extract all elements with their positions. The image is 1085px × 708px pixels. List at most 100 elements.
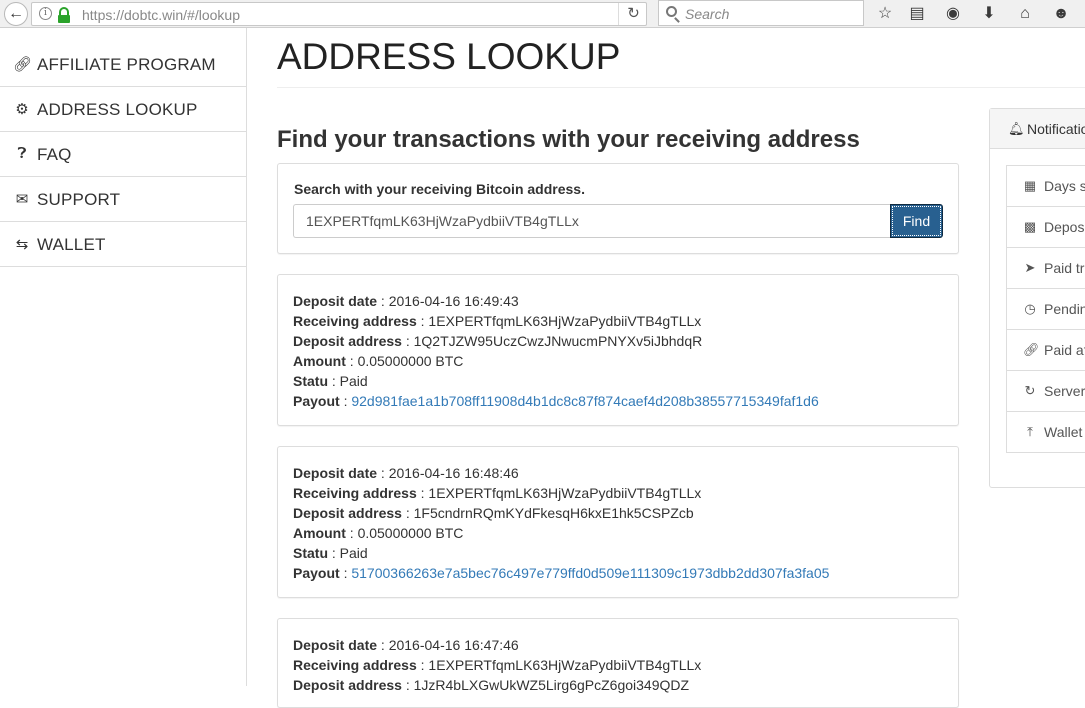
notification-item[interactable]: ▦ Days s xyxy=(1006,165,1085,207)
home-icon[interactable]: ⌂ xyxy=(1013,2,1037,26)
clock-icon: ◷ xyxy=(1024,301,1036,316)
sidebar-item-support[interactable]: ✉ SUPPORT xyxy=(0,177,246,222)
field-label: Amount xyxy=(293,353,346,369)
notification-item[interactable]: ▩ Depos xyxy=(1006,206,1085,248)
field-separator: : xyxy=(339,565,352,581)
receiving-address-row: Receiving address : 1EXPERTfqmLK63HjWzaP… xyxy=(293,313,701,329)
payout-link[interactable]: 51700366263e7a5bec76c497e779ffd0d509e111… xyxy=(351,565,829,581)
page-title: ADDRESS LOOKUP xyxy=(277,36,621,77)
field-separator: : xyxy=(401,505,414,521)
field-label: Payout xyxy=(293,393,340,409)
notifications-title: Notificatio xyxy=(1027,121,1085,137)
bell-icon: 🔔︎ xyxy=(1008,121,1025,136)
receiving-address-row: Receiving address : 1EXPERTfqmLK63HjWzaP… xyxy=(293,485,701,501)
notification-label: Wallet xyxy=(1044,424,1083,440)
notification-label: Paid tr xyxy=(1044,260,1085,276)
sidebar-item-label: AFFILIATE PROGRAM xyxy=(37,55,216,74)
notification-label: Paid af xyxy=(1044,342,1085,358)
field-label: Statu xyxy=(293,545,328,561)
notification-item[interactable]: 🔗︎ Paid af xyxy=(1006,329,1085,371)
url-text[interactable]: https://dobtc.win/#/lookup xyxy=(82,7,240,23)
notifications-panel: 🔔︎ Notificatio ▦ Days s ▩ Depos ➤ Paid t… xyxy=(989,108,1085,488)
notification-label: Pendin xyxy=(1044,301,1085,317)
field-label: Deposit date xyxy=(293,293,378,309)
receiving-address-value: 1EXPERTfqmLK63HjWzaPydbiiVTB4gTLLx xyxy=(428,485,702,501)
gears-icon: ⚙ xyxy=(15,101,29,118)
field-label: Deposit date xyxy=(293,637,378,653)
deposit-date-row: Deposit date : 2016-04-16 16:48:46 xyxy=(293,465,519,481)
qrcode-icon: ▩ xyxy=(1023,219,1037,234)
browser-toolbar: ← i https://dobtc.win/#/lookup ↻ Search … xyxy=(0,0,1085,28)
amount-value: 0.05000000 BTC xyxy=(357,525,464,541)
reload-icon[interactable]: ↻ xyxy=(618,3,648,25)
smiley-icon[interactable]: ☻ xyxy=(1049,2,1073,26)
reader-list-icon[interactable]: ▤ xyxy=(905,2,929,26)
sidebar-item-label: ADDRESS LOOKUP xyxy=(37,100,198,119)
deposit-address-value: 1F5cndrnRQmKYdFkesqH6kxE1hk5CSPZcb xyxy=(413,505,694,521)
deposit-date-row: Deposit date : 2016-04-16 16:49:43 xyxy=(293,293,519,309)
address-search-input[interactable] xyxy=(293,204,890,238)
bookmark-star-icon[interactable]: ☆ xyxy=(873,2,897,26)
deposit-address-row: Deposit address : 1Q2TJZW95UczCwzJNwucmP… xyxy=(293,333,702,349)
deposit-address-value: 1Q2TJZW95UczCwzJNwucmPNYXv5iJbhdqR xyxy=(413,333,703,349)
deposit-address-row: Deposit address : 1F5cndrnRQmKYdFkesqH6k… xyxy=(293,505,694,521)
search-label: Search with your receiving Bitcoin addre… xyxy=(294,181,585,197)
transaction-card: Deposit date : 2016-04-16 16:49:43 Recei… xyxy=(277,274,959,426)
pocket-icon[interactable]: ◉ xyxy=(941,2,965,26)
upload-icon: ⤒ xyxy=(1027,424,1033,439)
notification-item[interactable]: ◷ Pendin xyxy=(1006,288,1085,330)
lock-icon[interactable] xyxy=(58,7,70,23)
field-separator: : xyxy=(339,393,352,409)
field-separator: : xyxy=(377,293,389,309)
field-separator: : xyxy=(416,657,429,673)
field-label: Receiving address xyxy=(293,485,417,501)
sidebar-item-address-lookup[interactable]: ⚙ ADDRESS LOOKUP xyxy=(0,87,246,132)
field-separator: : xyxy=(328,545,340,561)
sidebar-item-label: SUPPORT xyxy=(37,190,121,209)
exchange-icon: ⇆ xyxy=(15,236,29,253)
search-placeholder: Search xyxy=(685,6,730,22)
link-icon: 🔗︎ xyxy=(13,56,33,73)
field-separator: : xyxy=(401,333,414,349)
refresh-icon: ↻ xyxy=(1024,383,1036,398)
field-separator: : xyxy=(377,465,389,481)
status-value: Paid xyxy=(339,545,368,561)
payout-row: Payout : 51700366263e7a5bec76c497e779ffd… xyxy=(293,565,829,581)
payout-link[interactable]: 92d981fae1a1b708ff11908d4b1dc8c87f874cae… xyxy=(351,393,818,409)
calendar-icon: ▦ xyxy=(1023,178,1037,193)
field-label: Deposit address xyxy=(293,505,402,521)
notification-label: Days s xyxy=(1044,178,1085,194)
field-label: Amount xyxy=(293,525,346,541)
receiving-address-row: Receiving address : 1EXPERTfqmLK63HjWzaP… xyxy=(293,657,701,673)
field-separator: : xyxy=(377,637,389,653)
status-value: Paid xyxy=(339,373,368,389)
amount-value: 0.05000000 BTC xyxy=(357,353,464,369)
browser-search-input[interactable]: Search xyxy=(658,0,864,26)
deposit-date-row: Deposit date : 2016-04-16 16:47:46 xyxy=(293,637,519,653)
status-row: Statu : Paid xyxy=(293,545,368,561)
paper-plane-icon: ➤ xyxy=(1024,260,1036,275)
search-panel: Search with your receiving Bitcoin addre… xyxy=(277,163,959,254)
title-divider xyxy=(277,87,1085,88)
info-icon[interactable]: i xyxy=(39,7,52,20)
link-icon: 🔗︎ xyxy=(1023,342,1040,357)
field-label: Receiving address xyxy=(293,313,417,329)
deposit-date-value: 2016-04-16 16:48:46 xyxy=(388,465,519,481)
sidebar-item-affiliate-program[interactable]: 🔗︎ AFFILIATE PROGRAM xyxy=(0,42,246,87)
sidebar-item-wallet[interactable]: ⇆ WALLET xyxy=(0,222,246,267)
field-separator: : xyxy=(416,485,429,501)
amount-row: Amount : 0.05000000 BTC xyxy=(293,525,463,541)
sidebar: 🔗︎ AFFILIATE PROGRAM ⚙ ADDRESS LOOKUP ❓︎… xyxy=(0,28,247,686)
sidebar-item-label: WALLET xyxy=(37,235,106,254)
notification-item[interactable]: ↻ Server xyxy=(1006,370,1085,412)
find-button[interactable]: Find xyxy=(890,204,943,238)
url-bar[interactable]: i https://dobtc.win/#/lookup ↻ xyxy=(31,2,647,26)
receiving-address-value: 1EXPERTfqmLK63HjWzaPydbiiVTB4gTLLx xyxy=(428,313,702,329)
download-icon[interactable]: ⬇ xyxy=(977,2,1001,26)
notification-item[interactable]: ➤ Paid tr xyxy=(1006,247,1085,289)
sidebar-item-faq[interactable]: ❓︎ FAQ xyxy=(0,132,246,177)
notification-item[interactable]: ⤒ Wallet xyxy=(1006,411,1085,453)
back-button[interactable]: ← xyxy=(4,2,28,26)
field-separator: : xyxy=(345,525,358,541)
deposit-date-value: 2016-04-16 16:47:46 xyxy=(388,637,519,653)
